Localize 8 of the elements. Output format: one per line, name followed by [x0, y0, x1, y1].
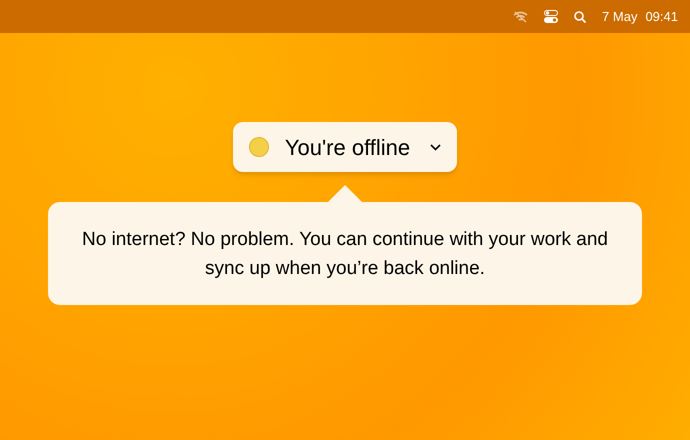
- search-icon[interactable]: [574, 10, 586, 22]
- menu-bar-time[interactable]: 09:41: [645, 6, 678, 26]
- wifi-off-icon[interactable]: [513, 10, 528, 22]
- chevron-down-icon: [430, 144, 442, 150]
- menu-bar-date[interactable]: 7 May: [602, 6, 638, 26]
- status-pill[interactable]: You're offline: [232, 122, 458, 172]
- control-center-icon[interactable]: [544, 10, 558, 23]
- popover-message: No internet? No problem. You can continue with your work and sync up when you’re back online.: [81, 228, 609, 280]
